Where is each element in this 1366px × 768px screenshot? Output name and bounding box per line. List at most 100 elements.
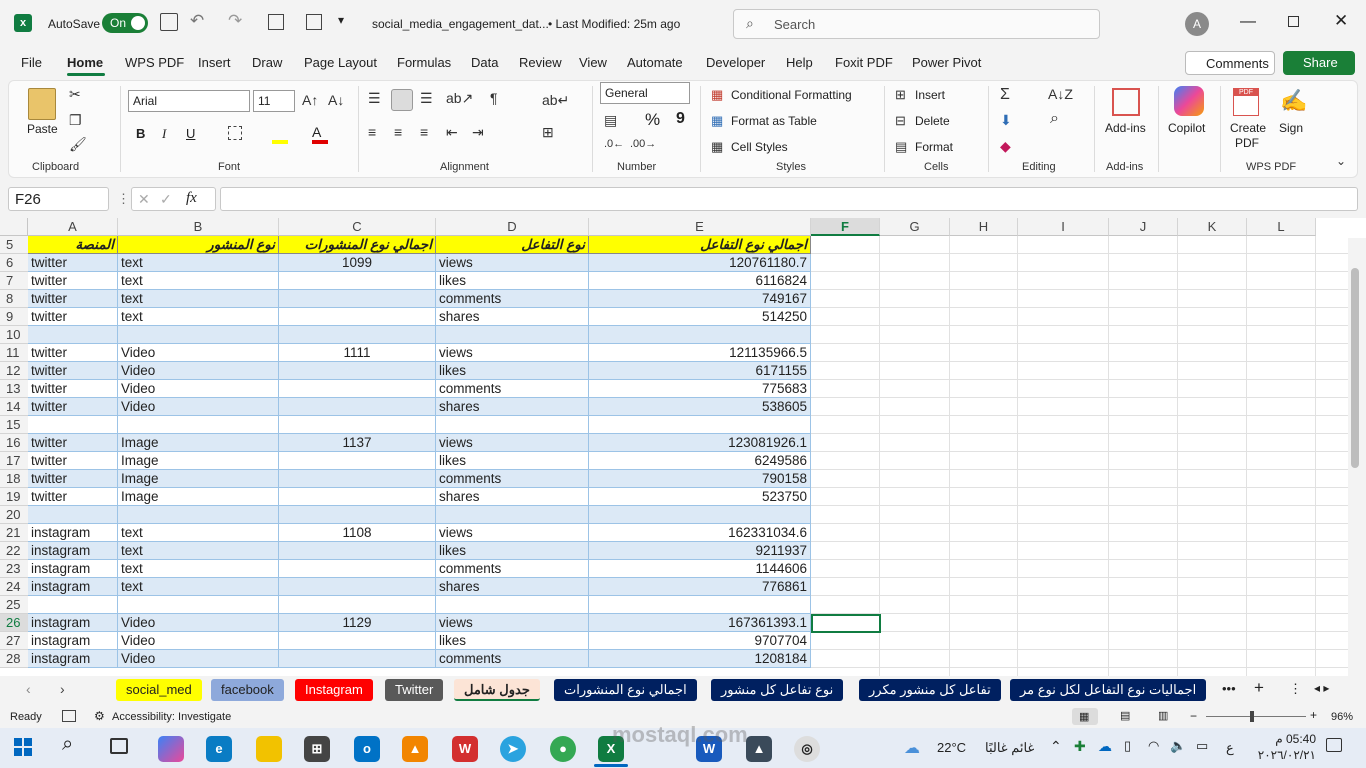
restore-icon[interactable] — [1288, 16, 1299, 27]
table-cell[interactable]: 523750 — [589, 488, 811, 506]
number-format-select[interactable]: General — [600, 82, 690, 104]
font-color-icon[interactable]: A — [312, 124, 321, 140]
header-cell[interactable]: نوع المنشور — [118, 236, 279, 254]
table-cell[interactable] — [279, 380, 436, 398]
menu-automate[interactable]: Automate — [627, 55, 683, 70]
table-cell[interactable]: Video — [118, 362, 279, 380]
row-header[interactable]: 22 — [0, 542, 28, 560]
create-pdf-button[interactable]: Create PDF — [1230, 121, 1266, 151]
zoom-slider[interactable] — [1206, 716, 1306, 717]
column-header[interactable]: B — [118, 218, 279, 236]
wrap-text-icon[interactable]: ab↵ — [542, 92, 569, 109]
table-cell[interactable]: views — [436, 344, 589, 362]
table-cell[interactable]: likes — [436, 632, 589, 650]
table-cell[interactable] — [279, 470, 436, 488]
row-header[interactable]: 20 — [0, 506, 28, 524]
table-cell[interactable]: twitter — [28, 254, 118, 272]
font-size-select[interactable]: 11 — [253, 90, 295, 112]
align-middle-button[interactable] — [391, 89, 413, 111]
sheet-tab[interactable]: نوع تفاعل كل منشور — [711, 679, 844, 701]
store-icon[interactable]: ⊞ — [304, 736, 330, 762]
row-header[interactable]: 7 — [0, 272, 28, 290]
row-header[interactable]: 26 — [0, 614, 28, 632]
redo-icon[interactable]: ↷ — [228, 11, 242, 31]
table-cell[interactable]: comments — [436, 470, 589, 488]
table-cell[interactable]: 775683 — [589, 380, 811, 398]
table-cell[interactable]: 1137 — [279, 434, 436, 452]
table-cell[interactable]: Image — [118, 470, 279, 488]
menu-home[interactable]: Home — [67, 55, 103, 70]
app-icon[interactable]: ◎ — [794, 736, 820, 762]
next-sheet-icon[interactable]: › — [60, 681, 65, 697]
sign-button[interactable]: Sign — [1279, 121, 1303, 135]
table-cell[interactable]: shares — [436, 308, 589, 326]
table-cell[interactable]: comments — [436, 290, 589, 308]
menu-draw[interactable]: Draw — [252, 55, 282, 70]
fill-icon[interactable]: ⬇ — [1000, 112, 1012, 129]
cell-styles-button[interactable]: Cell Styles — [731, 140, 788, 154]
clock-date[interactable]: ٢٠٢٦/٠٢/٢١ — [1250, 748, 1316, 762]
copilot-button[interactable]: Copilot — [1168, 121, 1205, 135]
percent-style-button[interactable]: % — [645, 110, 660, 130]
accessibility-status[interactable]: Accessibility: Investigate — [112, 711, 231, 723]
align-right-icon[interactable]: ≡ — [420, 124, 428, 140]
table-cell[interactable] — [279, 290, 436, 308]
column-header[interactable]: A — [28, 218, 118, 236]
table-cell[interactable]: instagram — [28, 632, 118, 650]
table-cell[interactable]: likes — [436, 362, 589, 380]
header-cell[interactable]: اجمالي نوع المنشورات — [279, 236, 436, 254]
accounting-format-icon[interactable]: ▤ — [604, 112, 617, 129]
close-icon[interactable]: ✕ — [1334, 11, 1348, 31]
column-header[interactable]: F — [811, 218, 880, 236]
task-view-icon[interactable] — [110, 738, 128, 754]
menu-review[interactable]: Review — [519, 55, 562, 70]
form-icon[interactable] — [268, 14, 284, 30]
table-cell[interactable]: instagram — [28, 614, 118, 632]
sheet-tab[interactable]: اجماليات نوع التفاعل لكل نوع مر — [1010, 679, 1207, 701]
row-header[interactable]: 15 — [0, 416, 28, 434]
table-cell[interactable]: views — [436, 524, 589, 542]
sheet-tab[interactable]: social_med — [116, 679, 202, 701]
column-header[interactable]: L — [1247, 218, 1316, 236]
name-box[interactable]: F26 — [8, 187, 109, 211]
table-cell[interactable]: Image — [118, 452, 279, 470]
language-indicator[interactable]: ع — [1226, 740, 1234, 756]
menu-power-pivot[interactable]: Power Pivot — [912, 55, 981, 70]
table-cell[interactable]: text — [118, 254, 279, 272]
table-cell[interactable]: instagram — [28, 524, 118, 542]
corner-cell[interactable] — [0, 218, 28, 236]
table-cell[interactable] — [589, 326, 811, 344]
weather-temp[interactable]: 22°C — [937, 740, 966, 755]
telegram-icon[interactable]: ➤ — [500, 736, 526, 762]
increase-decimal-icon[interactable]: .0← — [604, 138, 624, 150]
clock-time[interactable]: 05:40 م — [1256, 732, 1316, 746]
table-cell[interactable]: 1208184 — [589, 650, 811, 668]
table-cell[interactable] — [436, 326, 589, 344]
page-layout-view-icon[interactable]: ▤ — [1120, 709, 1130, 722]
table-cell[interactable] — [279, 398, 436, 416]
table-cell[interactable] — [279, 650, 436, 668]
table-cell[interactable]: twitter — [28, 470, 118, 488]
table-cell[interactable]: Video — [118, 344, 279, 362]
minimize-icon[interactable]: — — [1240, 13, 1256, 31]
battery-icon[interactable]: ▭ — [1196, 738, 1208, 754]
text-direction-icon[interactable]: ¶ — [490, 90, 498, 106]
table-cell[interactable] — [279, 308, 436, 326]
table-cell[interactable] — [28, 596, 118, 614]
table-cell[interactable]: 1099 — [279, 254, 436, 272]
table-cell[interactable]: comments — [436, 380, 589, 398]
table-cell[interactable]: Video — [118, 380, 279, 398]
table-cell[interactable]: views — [436, 614, 589, 632]
column-header[interactable]: G — [880, 218, 950, 236]
comments-button[interactable]: Comments — [1185, 51, 1275, 75]
sort-filter-icon[interactable]: A↓Z — [1048, 86, 1073, 102]
table-cell[interactable]: twitter — [28, 272, 118, 290]
table-cell[interactable]: views — [436, 254, 589, 272]
search-box[interactable]: ⌕ Search — [733, 9, 1100, 39]
table-cell[interactable]: 1129 — [279, 614, 436, 632]
align-center-icon[interactable]: ≡ — [394, 124, 402, 140]
cut-icon[interactable]: ✂ — [69, 86, 81, 103]
table-cell[interactable]: twitter — [28, 398, 118, 416]
view-icon[interactable] — [306, 14, 322, 30]
zoom-out-icon[interactable]: − — [1190, 709, 1197, 723]
